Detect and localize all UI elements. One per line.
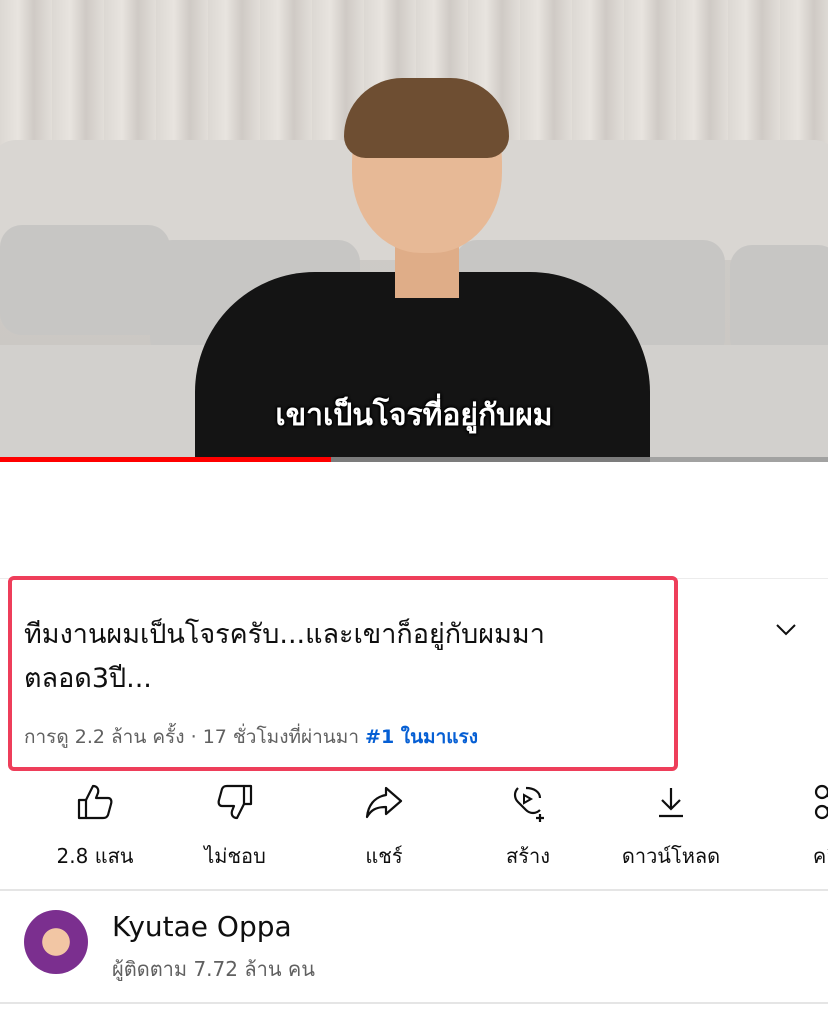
download-icon [659, 788, 683, 818]
download-button[interactable]: ดาวน์โหลด [601, 780, 741, 872]
divider [0, 1002, 828, 1004]
like-count: 2.8 แสน [56, 844, 134, 868]
cushion [730, 245, 828, 360]
divider [0, 889, 828, 891]
video-progress-fill [0, 457, 332, 462]
highlight-box [8, 576, 678, 771]
thumbs-up-icon [77, 784, 113, 820]
download-label: ดาวน์โหลด [621, 844, 721, 868]
video-progress-bar[interactable] [0, 457, 828, 462]
expand-description-button[interactable] [770, 614, 802, 646]
like-button[interactable]: 2.8 แสน [25, 780, 165, 872]
subscriber-count: ผู้ติดตาม 7.72 ล้าน คน [112, 957, 315, 981]
share-label: แชร์ [365, 844, 403, 868]
video-subtitle: เขาเป็นโจรที่อยู่กับผม [275, 398, 553, 433]
dislike-button[interactable]: ไม่ชอบ [165, 780, 305, 872]
share-button[interactable]: แชร์ [314, 780, 454, 872]
person-hair [344, 78, 509, 158]
video-player[interactable]: เขาเป็นโจรที่อยู่กับผม [0, 0, 828, 462]
channel-name[interactable]: Kyutae Oppa [112, 910, 292, 943]
create-button[interactable]: สร้าง [458, 780, 598, 872]
scissors-clip-icon [814, 784, 828, 820]
chevron-down-icon [776, 624, 796, 636]
create-label: สร้าง [506, 844, 550, 868]
thumbs-down-icon [217, 784, 253, 820]
action-bar: 2.8 แสน ไม่ชอบ แชร์ สร้าง ดาวน์โหลด ค [0, 780, 828, 875]
clip-button[interactable]: คลิป [762, 780, 828, 872]
channel-avatar[interactable] [24, 910, 88, 974]
cushion [0, 225, 170, 335]
remix-create-icon [513, 786, 544, 822]
dislike-label: ไม่ชอบ [204, 844, 266, 868]
share-icon [365, 786, 403, 819]
clip-label: คลิป [812, 844, 828, 868]
